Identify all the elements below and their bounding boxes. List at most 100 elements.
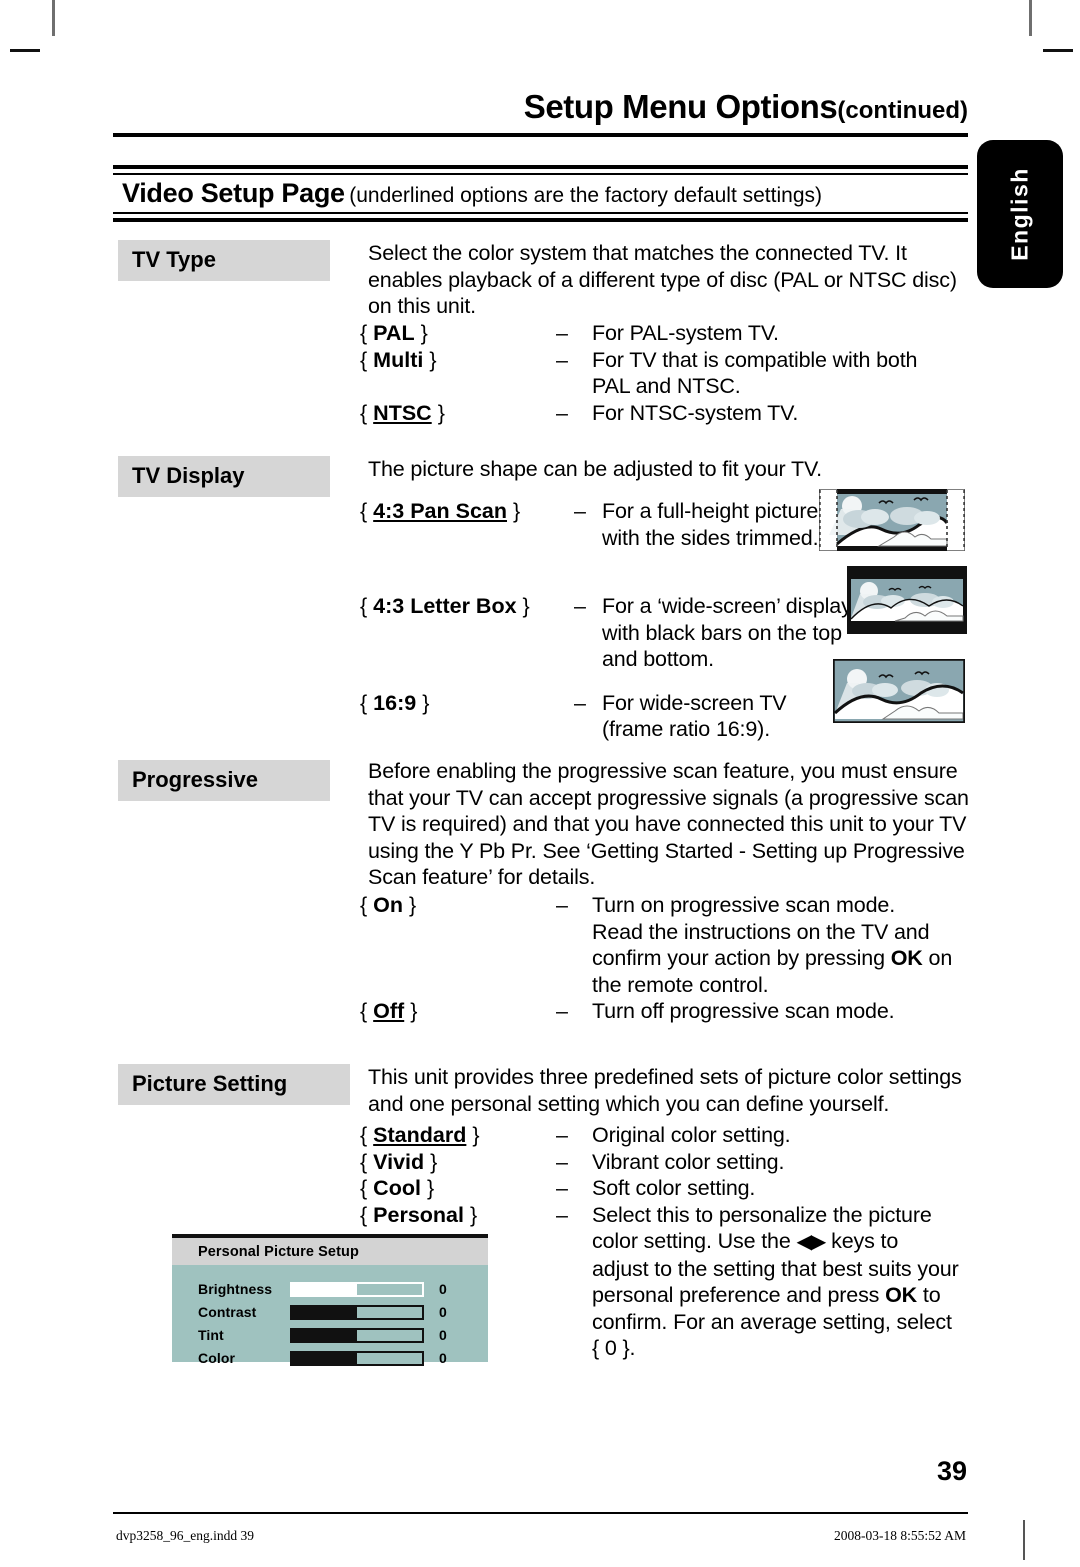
option-desc-pan-scan: For a full-height picture with the sides… — [602, 498, 819, 551]
progressive-intro-line-2: that your TV can accept progressive sign… — [368, 785, 969, 810]
picture-setting-intro-line-1: This unit provides three predefined sets… — [368, 1065, 962, 1089]
brace-close: } — [426, 1176, 435, 1200]
brace-close: } — [513, 499, 521, 523]
osd-value-tint: 0 — [439, 1327, 447, 1343]
personal-picture-setup-osd: Personal Picture Setup Brightness 0 Cont… — [172, 1234, 488, 1366]
option-row-multi: { Multi } – For TV that is compatible wi… — [360, 347, 980, 400]
option-row-vivid: { Vivid } – Vibrant color setting. — [360, 1149, 980, 1176]
option-label-personal: Personal — [373, 1202, 464, 1227]
brace-close: } — [422, 690, 430, 715]
option-desc-personal-line-5: confirm. For an average setting, select — [592, 1309, 952, 1334]
progressive-intro-line-3: TV is required) and that you have connec… — [368, 812, 967, 836]
ok-key-label: OK — [890, 946, 923, 970]
option-dash: – — [556, 893, 568, 917]
crop-mark-top-right-horizontal — [1043, 49, 1073, 52]
desc-text: keys to — [825, 1229, 899, 1253]
desc-text: color setting. Use the — [592, 1229, 797, 1253]
option-desc-personal-line-2: color setting. Use the ◀▶ keys to — [592, 1228, 959, 1256]
osd-title: Personal Picture Setup — [172, 1238, 488, 1265]
page-title: Setup Menu Options(continued) — [118, 88, 968, 126]
option-label-cool: Cool — [373, 1176, 421, 1200]
option-dash: – — [556, 999, 568, 1023]
tv-type-intro-line-1: Select the color system that matches the… — [368, 241, 907, 265]
option-dash: – — [556, 1202, 568, 1227]
picture-setting-intro-line-2: and one personal setting which you can d… — [368, 1091, 890, 1116]
option-label-ntsc: NTSC — [373, 400, 432, 425]
progressive-intro-line-5: Scan feature’ for details. — [368, 865, 596, 889]
option-row-standard: { Standard } – Original color setting. — [360, 1122, 980, 1149]
option-desc-pan-scan-line-1: For a full-height picture — [602, 499, 819, 523]
desc-text: on — [922, 946, 953, 970]
option-key-16-9: { 16:9 } — [360, 690, 574, 717]
option-label-multi: Multi — [373, 347, 424, 372]
brace-open: { — [360, 893, 368, 917]
osd-value-contrast: 0 — [439, 1304, 447, 1320]
tv-type-intro-line-3: on this unit. — [368, 294, 477, 318]
brace-open: { — [360, 1123, 368, 1147]
footer-timestamp: 2008-03-18 8:55:52 AM — [833, 1528, 966, 1543]
title-underline-rule — [113, 133, 968, 137]
option-row-ntsc: { NTSC } – For NTSC-system TV. — [360, 400, 980, 427]
option-label-pal: PAL — [373, 321, 415, 345]
option-desc-on: Turn on progressive scan mode. Read the … — [592, 892, 952, 998]
label-progressive-text: Progressive — [132, 767, 258, 792]
osd-row-tint[interactable]: Tint 0 — [198, 1325, 488, 1345]
section-title: Video Setup Page — [122, 178, 345, 208]
label-picture-setting: Picture Setting — [118, 1064, 350, 1105]
label-tv-type-text: TV Type — [132, 247, 216, 272]
label-tv-type: TV Type — [118, 240, 330, 281]
tv-display-intro-line-1: The picture shape can be adjusted to fit… — [368, 457, 822, 481]
brace-open: { — [360, 347, 368, 372]
brace-close: } — [437, 400, 445, 425]
option-dash: – — [556, 1176, 568, 1200]
osd-row-brightness[interactable]: Brightness 0 — [198, 1279, 488, 1299]
footer-rule — [113, 1512, 968, 1514]
osd-slider-contrast[interactable] — [290, 1304, 424, 1320]
brace-open: { — [360, 1202, 368, 1227]
crop-mark-top-right-vertical — [1029, 0, 1032, 36]
option-desc-personal: Select this to personalize the picture c… — [592, 1202, 959, 1362]
option-key-standard: { Standard } — [360, 1122, 556, 1149]
option-desc-cool: Soft color setting. — [592, 1176, 756, 1200]
brace-close: } — [522, 594, 530, 618]
option-desc-letter-box-line-2: with black bars on the top — [602, 620, 842, 645]
option-desc-on-line-1: Turn on progressive scan mode. — [592, 893, 896, 917]
osd-slider-tint[interactable] — [290, 1327, 424, 1343]
osd-slider-color[interactable] — [290, 1350, 424, 1366]
option-desc-multi-line-1: For TV that is compatible with both — [592, 347, 918, 372]
crop-mark-bottom-right-vertical — [1023, 1520, 1025, 1560]
manual-page: Setup Menu Options(continued) Video Setu… — [0, 0, 1080, 1567]
osd-rows: Brightness 0 Contrast 0 Tint 0 Color 0 — [172, 1265, 488, 1368]
option-desc-16-9-line-2: (frame ratio 16:9). — [602, 717, 771, 741]
thumbnail-letter-box — [847, 566, 967, 634]
brace-close: } — [472, 1123, 480, 1147]
option-desc-off: Turn off progressive scan mode. — [592, 999, 895, 1023]
progressive-intro-line-4: using the Y Pb Pr. See ‘Getting Started … — [368, 838, 965, 863]
brace-close: } — [420, 321, 428, 345]
desc-text: confirm your action by pressing — [592, 946, 891, 970]
brace-open: { — [360, 400, 368, 425]
option-desc-personal-line-1: Select this to personalize the picture — [592, 1202, 932, 1227]
section-rule-bottom-thin — [113, 212, 968, 214]
osd-slider-brightness[interactable] — [290, 1281, 424, 1297]
brace-open: { — [360, 690, 368, 715]
option-dash: – — [574, 499, 586, 523]
option-key-pal: { PAL } — [360, 320, 556, 347]
osd-row-color[interactable]: Color 0 — [198, 1348, 488, 1368]
option-desc-on-line-2: Read the instructions on the TV and — [592, 919, 930, 944]
ok-key-label: OK — [885, 1283, 918, 1307]
osd-label-tint: Tint — [198, 1327, 224, 1343]
option-key-on: { On } — [360, 892, 556, 919]
option-row-on: { On } – Turn on progressive scan mode. … — [360, 892, 980, 998]
page-title-continued: (continued) — [837, 97, 968, 124]
label-progressive: Progressive — [118, 760, 330, 801]
label-tv-display: TV Display — [118, 456, 330, 497]
section-header: Video Setup Page (underlined options are… — [122, 178, 968, 209]
osd-row-contrast[interactable]: Contrast 0 — [198, 1302, 488, 1322]
option-label-pan-scan: 4:3 Pan Scan — [373, 499, 508, 523]
brace-open: { — [360, 499, 368, 523]
crop-mark-top-left-horizontal — [10, 49, 40, 52]
label-picture-setting-text: Picture Setting — [132, 1071, 288, 1096]
option-label-off: Off — [373, 999, 405, 1023]
brace-open: { — [360, 1176, 368, 1200]
